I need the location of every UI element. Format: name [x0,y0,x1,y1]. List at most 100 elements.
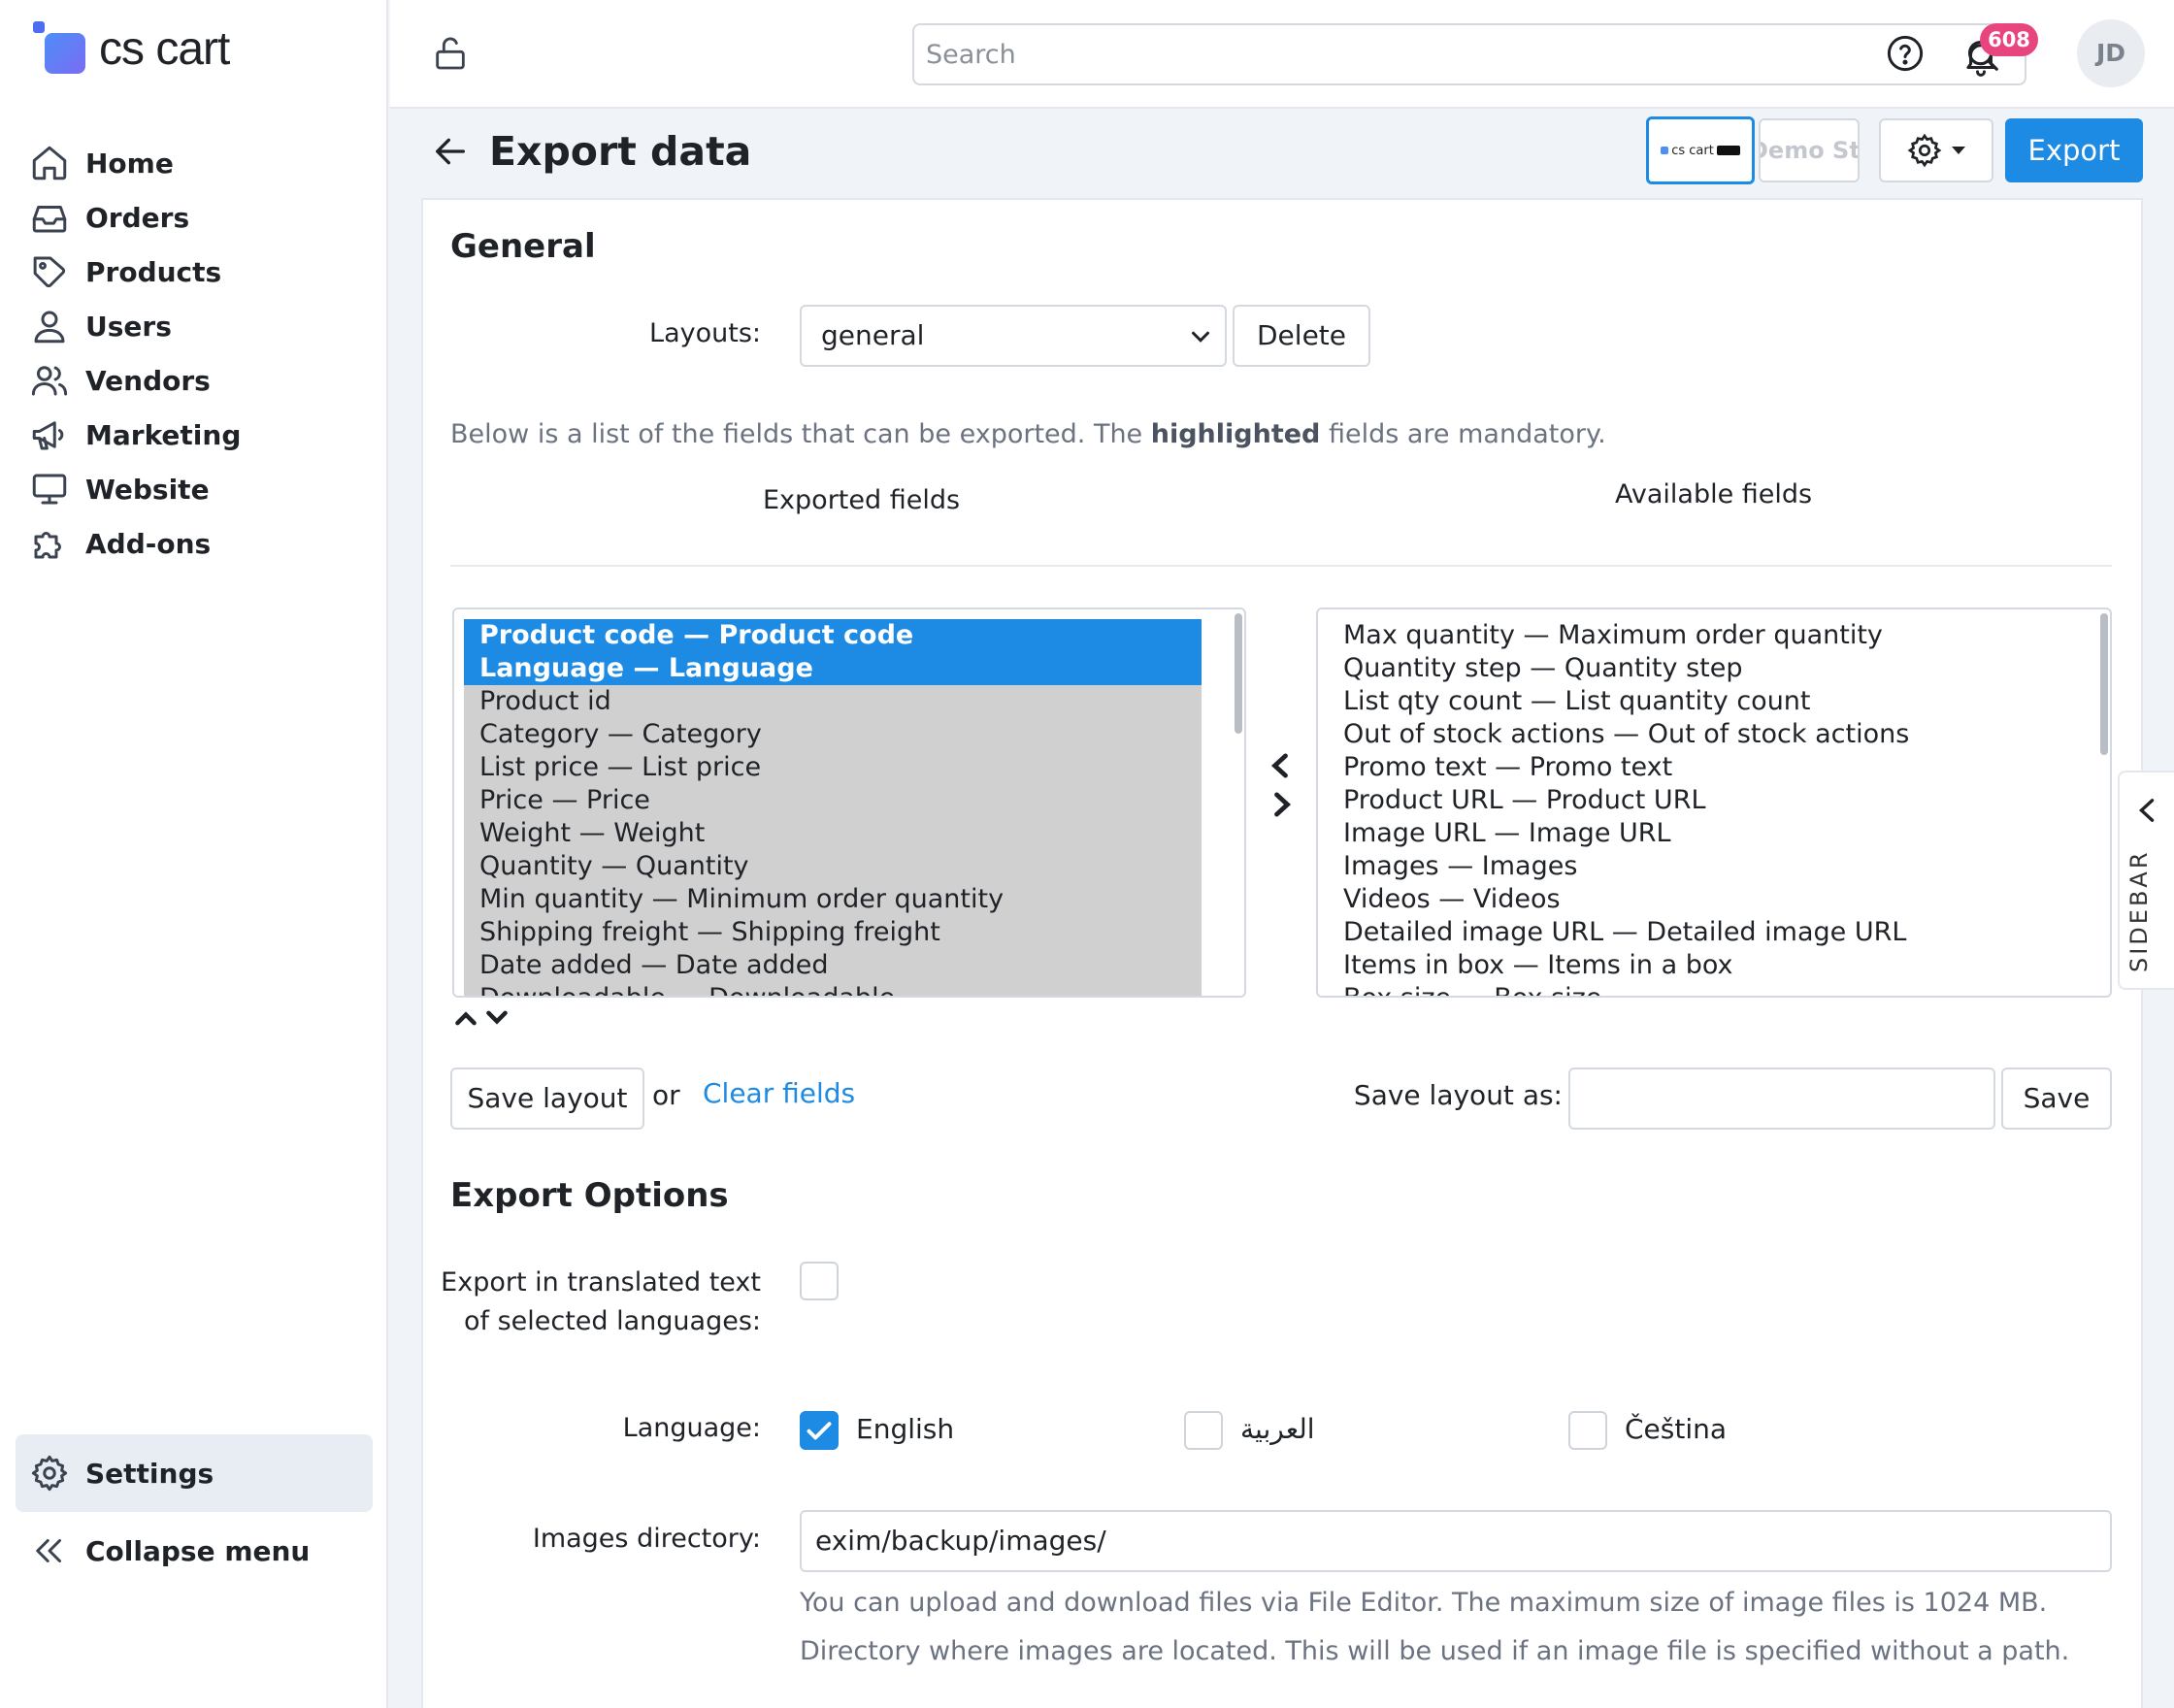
nav-item-home[interactable]: Home [29,134,174,192]
scrollbar[interactable] [1235,613,1242,734]
exported-fields-title: Exported fields [763,485,961,515]
tag-icon [33,256,66,288]
sidebar-tab-label: SIDEBAR [2125,849,2153,972]
search-input[interactable] [914,25,1924,83]
settings-dropdown-button[interactable] [1879,118,1993,182]
language-label: Language: [622,1413,761,1443]
list-option[interactable]: Out of stock actions — Out of stock acti… [1328,718,2085,751]
sidebar-toggle[interactable]: SIDEBAR [2118,771,2174,990]
nav-item-website[interactable]: Website [29,460,210,518]
list-option[interactable]: Shipping freight — Shipping freight [464,916,1202,949]
storefront-switch-cscart[interactable]: cs cart [1646,116,1755,184]
storefront-demo-label: Demo Store [1761,137,1860,164]
list-option[interactable]: List price — List price [464,751,1202,784]
list-option[interactable]: Items in box — Items in a box [1328,949,2085,982]
language-option-label[interactable]: Čeština [1625,1413,1727,1445]
language-option-label[interactable]: English [856,1413,954,1445]
nav-item-orders[interactable]: Orders [29,188,189,246]
export-options-heading: Export Options [450,1176,729,1215]
available-fields-list[interactable]: Max quantity — Maximum order quantity Qua… [1316,608,2112,998]
scrollbar[interactable] [2100,613,2108,755]
exported-fields-list[interactable]: Product code — Product code Language — La… [452,608,1246,998]
available-fields-title: Available fields [1615,479,1813,509]
clear-fields-link[interactable]: Clear fields [703,1077,855,1109]
list-option[interactable]: Quantity — Quantity [464,850,1202,883]
list-option[interactable]: Date added — Date added [464,949,1202,982]
unlock-icon[interactable] [431,33,470,74]
nav-label-addons: Add-ons [85,527,212,560]
divider [450,565,2112,567]
list-option[interactable]: Videos — Videos [1328,883,2085,916]
list-option[interactable]: Language — Language [464,652,1202,685]
list-option[interactable]: Promo text — Promo text [1328,751,2085,784]
list-option[interactable]: Product id [464,685,1202,718]
list-option[interactable]: Images — Images [1328,850,2085,883]
language-checkbox[interactable] [1568,1411,1607,1450]
list-option[interactable]: Category — Category [464,718,1202,751]
delete-layout-button[interactable]: Delete [1233,305,1370,367]
help-icon[interactable] [1885,33,1926,74]
collapse-menu-button[interactable]: Collapse menu [29,1522,310,1580]
list-option[interactable]: Weight — Weight [464,817,1202,850]
save-layout-button[interactable]: Save layout [450,1068,644,1130]
nav-label-settings: Settings [85,1457,214,1490]
list-option[interactable]: Image URL — Image URL [1328,817,2085,850]
save-layout-as-label: Save layout as: [1353,1079,1563,1111]
user-icon [34,311,65,344]
nav-label-marketing: Marketing [85,418,242,451]
puzzle-icon [34,532,61,559]
move-right-icon[interactable] [1271,792,1293,817]
nav-item-users[interactable]: Users [29,297,172,355]
search-box[interactable] [912,23,2026,85]
translated-text-checkbox[interactable] [800,1262,839,1300]
list-option[interactable]: Product URL — Product URL [1328,784,2085,817]
back-arrow-icon[interactable] [431,132,470,171]
nav-item-addons[interactable]: Add-ons [29,514,211,573]
fields-description: Below is a list of the fields that can b… [450,419,1606,449]
page-title: Export data [489,128,752,175]
list-option[interactable]: Box size — Box size [1328,982,2085,996]
list-option[interactable]: Product code — Product code [464,619,1202,652]
nav-label-orders: Orders [85,201,190,234]
list-option[interactable]: Max quantity — Maximum order quantity [1328,619,2085,652]
list-option[interactable]: Min quantity — Minimum order quantity [464,883,1202,916]
settings-row[interactable]: Settings [29,1444,214,1502]
storefront-logo: cs cart [1661,144,1740,158]
nav-item-marketing[interactable]: Marketing [29,406,241,464]
nav-item-vendors[interactable]: Vendors [29,351,211,410]
double-chevron-left-icon [36,1539,61,1562]
checkmark-icon [807,1422,832,1440]
nav-label-website: Website [85,473,210,506]
chevron-down-icon [1192,331,1209,343]
nav-label-products: Products [85,255,222,288]
gear-icon [1907,133,1942,168]
monitor-icon [32,474,67,505]
top-bar: 608 JD [390,0,2174,109]
nav-item-products[interactable]: Products [29,243,221,301]
move-up-icon[interactable] [454,1009,478,1027]
logo-mark [33,21,87,76]
save-layout-as-input[interactable] [1568,1068,1995,1130]
logo[interactable]: cs cart [33,21,230,76]
move-down-icon[interactable] [485,1009,509,1027]
layout-select[interactable]: general [800,305,1227,367]
list-option[interactable]: Price — Price [464,784,1202,817]
layouts-label: Layouts: [649,318,761,348]
language-checkbox[interactable] [1184,1411,1223,1450]
list-option[interactable]: Quantity step — Quantity step [1328,652,2085,685]
avatar[interactable]: JD [2077,19,2145,87]
home-icon [32,146,67,181]
list-option[interactable]: List qty count — List quantity count [1328,685,2085,718]
move-left-icon[interactable] [1269,753,1291,778]
export-button[interactable]: Export [2005,118,2143,182]
language-checkbox[interactable] [800,1411,839,1450]
language-option-label[interactable]: العربية [1240,1413,1315,1445]
translated-text-label: Export in translated text of selected la… [441,1267,761,1336]
save-button[interactable]: Save [2001,1068,2112,1130]
list-option[interactable]: Detailed image URL — Detailed image URL [1328,916,2085,949]
images-directory-input[interactable]: exim/backup/images/ [800,1510,2112,1572]
images-directory-hint-1: You can upload and download files via Fi… [800,1588,2048,1618]
chevron-left-icon [2138,799,2155,822]
storefront-switch-demo[interactable]: Demo Store [1759,118,1860,182]
list-option[interactable]: Downloadable — Downloadable [464,982,1202,996]
